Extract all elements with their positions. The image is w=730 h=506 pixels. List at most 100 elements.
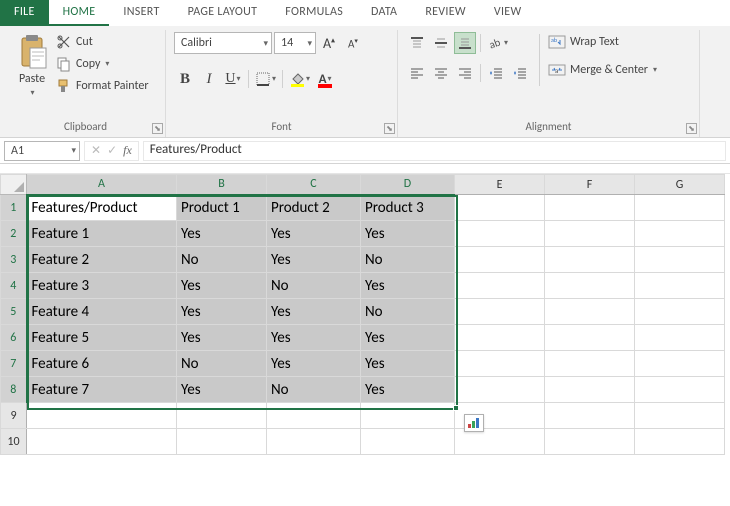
cell[interactable] — [635, 247, 725, 273]
cell[interactable]: Yes — [267, 351, 361, 377]
cell[interactable]: No — [267, 377, 361, 403]
tab-insert[interactable]: INSERT — [109, 0, 173, 26]
cell[interactable] — [545, 325, 635, 351]
cell[interactable] — [635, 351, 725, 377]
align-right-button[interactable] — [454, 62, 476, 84]
tab-file[interactable]: FILE — [0, 0, 49, 26]
row-header[interactable]: 1 — [1, 195, 27, 221]
cell[interactable] — [361, 403, 455, 429]
row-header[interactable]: 8 — [1, 377, 27, 403]
cut-button[interactable]: Cut — [56, 32, 149, 52]
cell[interactable]: Yes — [177, 325, 267, 351]
cell[interactable] — [455, 299, 545, 325]
cell[interactable]: No — [361, 299, 455, 325]
name-box[interactable]: A1 — [4, 141, 80, 161]
cell[interactable] — [267, 403, 361, 429]
borders-button[interactable]: ▾ — [253, 68, 278, 90]
column-header[interactable]: B — [177, 175, 267, 195]
row-header[interactable]: 2 — [1, 221, 27, 247]
cell[interactable] — [455, 247, 545, 273]
cell[interactable]: Feature 1 — [27, 221, 177, 247]
align-center-button[interactable] — [430, 62, 452, 84]
cell[interactable] — [635, 429, 725, 455]
paste-button[interactable]: Paste ▾ — [14, 32, 50, 118]
column-header[interactable]: D — [361, 175, 455, 195]
cell[interactable] — [545, 377, 635, 403]
cell[interactable] — [635, 377, 725, 403]
enter-formula-icon[interactable]: ✓ — [107, 143, 117, 158]
cell[interactable]: Features/Product — [27, 195, 177, 221]
cell[interactable] — [635, 221, 725, 247]
row-header[interactable]: 3 — [1, 247, 27, 273]
cell[interactable]: Feature 5 — [27, 325, 177, 351]
tab-view[interactable]: VIEW — [480, 0, 536, 26]
cell[interactable]: Feature 3 — [27, 273, 177, 299]
tab-page-layout[interactable]: PAGE LAYOUT — [174, 0, 272, 26]
cell[interactable] — [545, 247, 635, 273]
merge-center-button[interactable]: a Merge & Center▾ — [548, 60, 657, 80]
column-header[interactable]: F — [545, 175, 635, 195]
cell[interactable] — [177, 429, 267, 455]
cell[interactable] — [545, 403, 635, 429]
cell[interactable] — [545, 299, 635, 325]
cell[interactable] — [455, 325, 545, 351]
cell[interactable] — [455, 429, 545, 455]
column-header[interactable]: E — [455, 175, 545, 195]
cell[interactable]: No — [267, 273, 361, 299]
cell[interactable]: Yes — [267, 299, 361, 325]
underline-button[interactable]: U▾ — [222, 68, 244, 90]
cell[interactable]: Feature 7 — [27, 377, 177, 403]
cell[interactable] — [27, 403, 177, 429]
tab-data[interactable]: DATA — [357, 0, 411, 26]
cell[interactable] — [455, 377, 545, 403]
cell[interactable] — [635, 299, 725, 325]
cell[interactable] — [545, 195, 635, 221]
decrease-font-button[interactable]: A▾ — [342, 32, 364, 54]
cell[interactable] — [361, 429, 455, 455]
cell[interactable]: Yes — [177, 273, 267, 299]
row-header[interactable]: 10 — [1, 429, 27, 455]
clipboard-dialog-launcher[interactable]: ⬊ — [152, 123, 163, 134]
cell[interactable]: Yes — [361, 273, 455, 299]
increase-font-button[interactable]: A▴ — [318, 32, 340, 54]
row-header[interactable]: 7 — [1, 351, 27, 377]
cell[interactable]: Yes — [361, 325, 455, 351]
cell[interactable] — [455, 273, 545, 299]
row-header[interactable]: 5 — [1, 299, 27, 325]
cell[interactable] — [455, 221, 545, 247]
cell[interactable] — [545, 429, 635, 455]
cell[interactable] — [267, 429, 361, 455]
cell[interactable]: Yes — [361, 221, 455, 247]
fx-icon[interactable]: fx — [123, 143, 132, 158]
bold-button[interactable]: B — [174, 68, 196, 90]
cell[interactable]: Yes — [267, 247, 361, 273]
cell[interactable] — [455, 351, 545, 377]
font-color-button[interactable]: A▾ — [314, 68, 336, 90]
wrap-text-button[interactable]: ab Wrap Text — [548, 32, 657, 52]
cell[interactable] — [545, 221, 635, 247]
align-top-button[interactable] — [406, 32, 428, 54]
increase-indent-button[interactable] — [509, 62, 531, 84]
cell[interactable]: No — [361, 247, 455, 273]
align-left-button[interactable] — [406, 62, 428, 84]
cell[interactable] — [545, 351, 635, 377]
cell[interactable]: No — [177, 351, 267, 377]
orientation-button[interactable]: ab▾ — [485, 32, 510, 54]
cell[interactable]: Yes — [177, 299, 267, 325]
cancel-formula-icon[interactable]: ✕ — [91, 143, 101, 158]
copy-button[interactable]: Copy▾ — [56, 54, 149, 74]
format-painter-button[interactable]: Format Painter — [56, 76, 149, 96]
cell[interactable]: Feature 4 — [27, 299, 177, 325]
tab-review[interactable]: REVIEW — [411, 0, 480, 26]
row-header[interactable]: 9 — [1, 403, 27, 429]
cell[interactable] — [635, 273, 725, 299]
cell[interactable] — [455, 195, 545, 221]
font-size-combo[interactable]: 14 — [274, 32, 316, 54]
font-name-combo[interactable]: Calibri — [174, 32, 272, 54]
cell[interactable] — [635, 325, 725, 351]
cell[interactable]: Yes — [267, 325, 361, 351]
cell[interactable]: Product 3 — [361, 195, 455, 221]
tab-formulas[interactable]: FORMULAS — [271, 0, 357, 26]
align-middle-button[interactable] — [430, 32, 452, 54]
cell[interactable] — [635, 403, 725, 429]
